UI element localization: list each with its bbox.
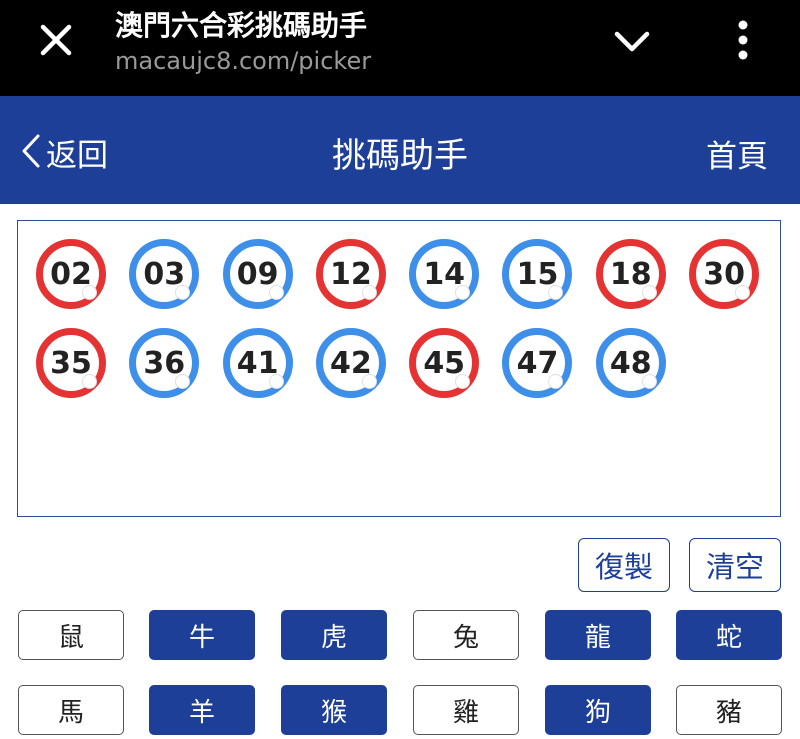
app-header: 返回 挑碼助手 首頁 [0,96,800,204]
zodiac-button[interactable]: 牛 [149,610,255,660]
number-ball[interactable]: 15 [502,239,573,309]
ball-number: 15 [516,256,559,292]
ball-number: 47 [516,345,559,381]
ball-number: 14 [423,256,466,292]
number-ball[interactable]: 36 [129,328,200,398]
zodiac-button[interactable]: 狗 [545,685,651,735]
zodiac-button[interactable]: 蛇 [676,610,782,660]
number-ball[interactable]: 09 [222,239,293,309]
close-icon[interactable] [36,20,76,60]
ball-number: 02 [50,256,92,292]
ball-number: 18 [609,256,652,292]
number-ball[interactable]: 48 [595,328,666,398]
zodiac-button[interactable]: 雞 [413,685,519,735]
number-ball[interactable]: 42 [315,328,386,398]
browser-page-title: 澳門六合彩挑碼助手 [115,9,368,42]
number-ball[interactable]: 30 [689,239,760,309]
chevron-down-icon[interactable] [612,22,652,62]
ball-number: 45 [423,345,466,381]
zodiac-button[interactable]: 馬 [18,685,124,735]
browser-url[interactable]: macaujc8.com/picker [115,47,371,75]
number-ball[interactable]: 35 [36,328,106,398]
zodiac-button[interactable]: 豬 [676,685,782,735]
number-ball[interactable]: 47 [502,328,573,398]
number-ball[interactable]: 18 [595,239,666,309]
zodiac-button[interactable]: 猴 [281,685,387,735]
selected-numbers-panel: 02 03 09 12 14 15 18 30 35 36 41 42 45 47 48 [17,220,781,517]
ball-number: 42 [330,345,372,381]
number-ball[interactable]: 14 [409,239,480,309]
ball-number: 12 [330,256,372,292]
zodiac-button[interactable]: 鼠 [18,610,124,660]
more-options-icon[interactable] [728,18,758,62]
browser-toolbar: 澳門六合彩挑碼助手 macaujc8.com/picker [0,0,800,96]
ball-number: 48 [609,345,652,381]
number-ball[interactable]: 41 [222,328,293,398]
zodiac-button[interactable]: 兔 [413,610,519,660]
number-ball[interactable]: 12 [315,239,386,309]
ball-number: 36 [143,345,186,381]
home-button[interactable]: 首頁 [706,131,768,176]
number-ball[interactable]: 02 [36,239,106,309]
zodiac-button[interactable]: 虎 [281,610,387,660]
zodiac-button[interactable]: 龍 [545,610,651,660]
ball-number: 41 [236,345,279,381]
zodiac-button[interactable]: 羊 [149,685,255,735]
number-ball[interactable]: 03 [129,239,200,309]
page-title: 挑碼助手 [332,136,468,176]
ball-list: 02 03 09 12 14 15 18 30 35 36 41 42 45 47 48 [36,239,776,417]
ball-number: 09 [236,256,279,292]
number-ball[interactable]: 45 [409,328,480,398]
ball-number: 03 [143,256,186,292]
copy-button[interactable]: 復製 [578,538,670,592]
ball-number: 35 [50,345,92,381]
ball-number: 30 [703,256,745,292]
clear-button[interactable]: 清空 [689,538,781,592]
